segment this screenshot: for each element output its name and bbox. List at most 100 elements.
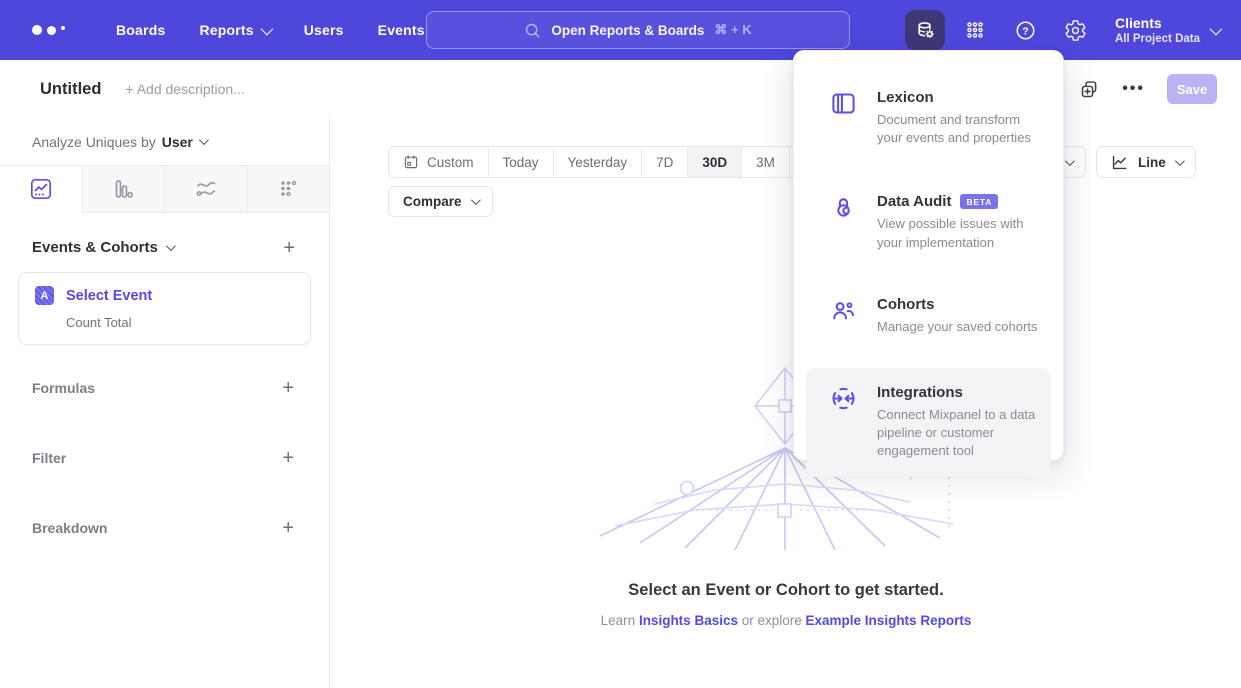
chevron-down-icon: [199, 135, 209, 145]
menu-item-integrations[interactable]: Integrations Connect Mixpanel to a data …: [806, 368, 1051, 477]
lexicon-title: Lexicon: [877, 89, 1043, 106]
project-selector[interactable]: Clients All Project Data: [1115, 15, 1219, 45]
lexicon-description: Document and transform your events and p…: [877, 111, 1043, 147]
nav-boards[interactable]: Boards: [116, 22, 165, 38]
data-management-menu: Lexicon Document and transform your even…: [793, 50, 1064, 461]
chevron-down-icon: [1210, 22, 1223, 35]
chevron-down-icon: [260, 22, 273, 35]
range-30d-label: 30D: [702, 155, 727, 170]
event-letter-badge: A: [35, 286, 54, 305]
menu-item-lexicon[interactable]: Lexicon Document and transform your even…: [794, 77, 1063, 159]
nav-events[interactable]: Events: [378, 22, 425, 38]
grid-dots-icon: [964, 19, 986, 41]
analyze-by-dropdown[interactable]: User: [162, 134, 206, 150]
events-cohorts-label: Events & Cohorts: [32, 239, 158, 256]
lexicon-title-text: Lexicon: [877, 89, 934, 106]
menu-item-cohorts[interactable]: Cohorts Manage your saved cohorts: [794, 284, 1063, 348]
mixpanel-insights-page: Boards Reports Users Events Open Reports…: [0, 0, 1241, 688]
chart-style-dropdown[interactable]: Line: [1096, 146, 1196, 178]
flow-chart-icon: [194, 177, 218, 201]
line-style-icon: [1110, 153, 1129, 172]
chart-style-label: Line: [1138, 155, 1166, 170]
analyze-value: User: [162, 134, 193, 150]
empty-state-subtext: Learn Insights Basics or explore Example…: [331, 613, 1241, 628]
database-gear-icon: [914, 19, 937, 42]
duplicate-icon[interactable]: [1079, 79, 1100, 100]
integrations-title-text: Integrations: [877, 384, 963, 401]
filter-section: Filter +: [0, 450, 328, 466]
apps-grid-button[interactable]: [955, 10, 995, 50]
compare-dropdown[interactable]: Compare: [388, 186, 493, 217]
cohorts-description: Manage your saved cohorts: [877, 318, 1037, 336]
range-yesterday[interactable]: Yesterday: [553, 147, 642, 177]
mixpanel-logo[interactable]: [32, 25, 78, 35]
settings-button[interactable]: [1055, 10, 1095, 50]
add-breakdown-button[interactable]: +: [282, 521, 294, 535]
example-reports-link[interactable]: Example Insights Reports: [806, 613, 972, 628]
project-scope: All Project Data: [1115, 33, 1200, 45]
add-event-button[interactable]: +: [283, 241, 295, 255]
search-placeholder: Open Reports & Boards: [551, 23, 704, 38]
data-audit-title: Data Audit BETA: [877, 193, 1043, 210]
chart-tab-metric[interactable]: [247, 166, 330, 212]
add-filter-button[interactable]: +: [282, 451, 294, 465]
menu-item-data-audit[interactable]: Data Audit BETA View possible issues wit…: [794, 181, 1063, 263]
formulas-section: Formulas +: [0, 380, 328, 396]
events-cohorts-dropdown[interactable]: Events & Cohorts: [32, 239, 173, 256]
integrations-icon: [830, 384, 858, 461]
chart-type-tabs: [0, 165, 329, 213]
report-actions: ••• Save: [1079, 74, 1217, 104]
select-event-button[interactable]: Select Event: [66, 288, 152, 304]
gear-icon: [1064, 19, 1087, 42]
beta-badge: BETA: [960, 194, 998, 209]
report-title[interactable]: Untitled: [40, 80, 101, 99]
logo-dot: [61, 26, 65, 30]
nav-users[interactable]: Users: [304, 22, 344, 38]
search-shortcut: ⌘ + K: [714, 22, 751, 38]
menu-spacer: [794, 159, 1063, 181]
calendar-icon: [403, 154, 419, 170]
chart-tab-flow[interactable]: [164, 166, 247, 212]
range-custom[interactable]: Custom: [389, 147, 488, 177]
primary-nav: Boards Reports Users Events: [116, 22, 425, 38]
global-search-input[interactable]: Open Reports & Boards ⌘ + K: [426, 11, 850, 49]
nav-boards-label: Boards: [116, 22, 165, 38]
analyze-row: Analyze Uniques by User: [0, 118, 329, 165]
nav-reports[interactable]: Reports: [199, 22, 269, 38]
range-3m[interactable]: 3M: [741, 147, 789, 177]
range-today-label: Today: [503, 155, 539, 170]
chart-tab-bar[interactable]: [82, 166, 165, 212]
help-icon: ?: [1014, 19, 1037, 42]
help-button[interactable]: ?: [1005, 10, 1045, 50]
range-7d-label: 7D: [656, 155, 673, 170]
report-canvas: Custom Today Yesterday 7D 30D 3M 6M Line…: [331, 118, 1241, 688]
data-audit-title-text: Data Audit: [877, 193, 951, 210]
event-card[interactable]: A Select Event Count Total: [18, 272, 311, 345]
date-range-control: Custom Today Yesterday 7D 30D 3M 6M: [388, 146, 838, 178]
report-description-field[interactable]: + Add description...: [125, 81, 244, 97]
logo-dot: [47, 26, 56, 35]
nav-reports-label: Reports: [199, 22, 253, 38]
range-yesterday-label: Yesterday: [568, 155, 628, 170]
range-7d[interactable]: 7D: [641, 147, 687, 177]
chart-tab-line[interactable]: [0, 166, 82, 213]
save-button[interactable]: Save: [1167, 74, 1217, 104]
project-name: Clients: [1115, 15, 1200, 33]
insights-basics-link[interactable]: Insights Basics: [639, 613, 738, 628]
range-custom-label: Custom: [427, 155, 474, 170]
logo-dot: [32, 25, 42, 35]
event-aggregation[interactable]: Count Total: [66, 315, 296, 330]
more-options-button[interactable]: •••: [1122, 84, 1145, 94]
range-today[interactable]: Today: [488, 147, 553, 177]
nav-users-label: Users: [304, 22, 344, 38]
chevron-down-icon: [166, 241, 176, 251]
range-30d[interactable]: 30D: [687, 147, 741, 177]
empty-middle: or explore: [738, 613, 806, 628]
cohorts-title: Cohorts: [877, 296, 1037, 313]
data-audit-icon: [830, 193, 858, 251]
bar-chart-icon: [111, 177, 135, 201]
data-management-button[interactable]: [905, 10, 945, 50]
svg-text:?: ?: [1022, 25, 1028, 37]
add-formula-button[interactable]: +: [282, 381, 294, 395]
empty-state-heading: Select an Event or Cohort to get started…: [331, 581, 1241, 600]
